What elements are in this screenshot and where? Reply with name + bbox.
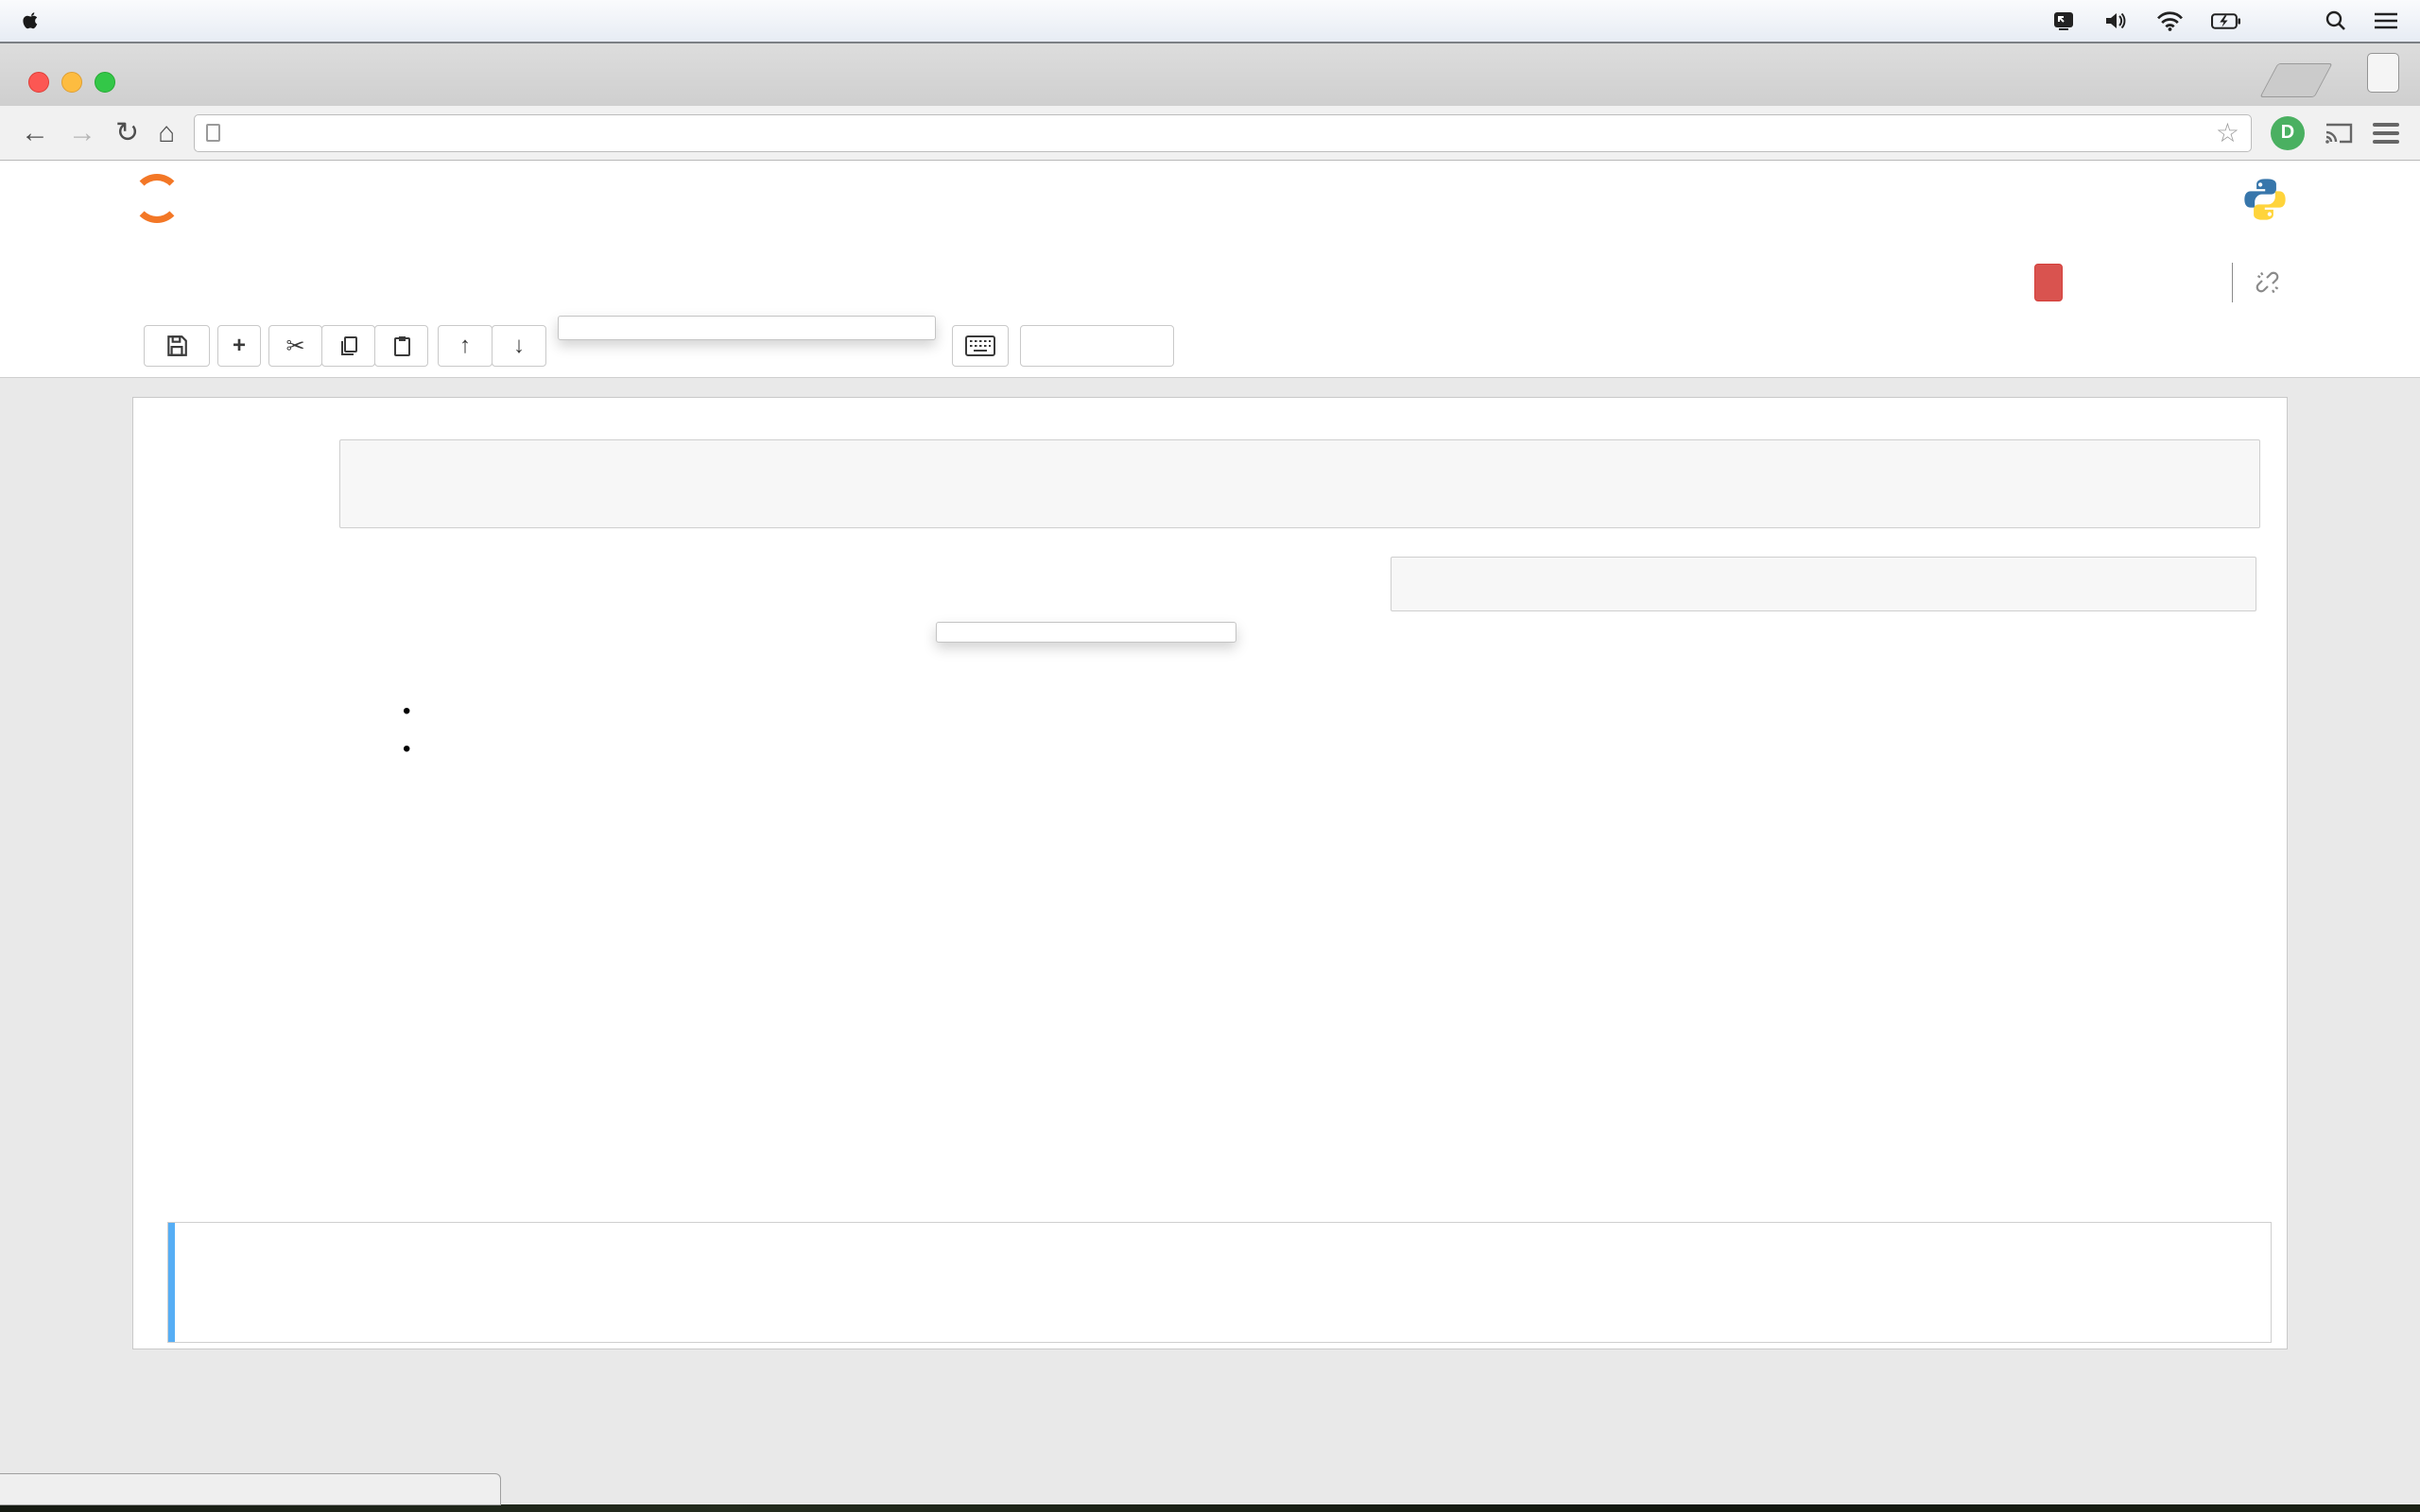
chrome-menu-icon[interactable] xyxy=(2373,123,2399,144)
battery-icon[interactable] xyxy=(2211,13,2240,29)
close-window-button[interactable] xyxy=(28,72,49,93)
back-button[interactable]: ← xyxy=(21,119,49,147)
cell-menu-dropdown xyxy=(558,316,936,340)
output-plot xyxy=(1419,712,2137,1203)
chrome-navbar: ← → ↻ ⌂ ☆ D xyxy=(0,106,2420,161)
new-tab-button[interactable] xyxy=(2259,63,2332,97)
home-button[interactable]: ⌂ xyxy=(158,119,175,147)
jupyter-logo[interactable] xyxy=(132,174,193,223)
cut-cell-button[interactable]: ✂ xyxy=(268,325,322,367)
jupyter-toolbar: + ✂ ↑ ↓ xyxy=(0,315,2420,378)
wifi-icon[interactable] xyxy=(2157,11,2183,31)
pushbullet-extension-icon[interactable]: D xyxy=(2271,116,2305,150)
move-cell-down-button[interactable]: ↓ xyxy=(492,325,546,367)
code-cell-input-2[interactable] xyxy=(339,439,2260,528)
code-cell-input-9[interactable] xyxy=(1391,557,2256,611)
minimize-window-button[interactable] xyxy=(61,72,82,93)
macos-menubar xyxy=(0,0,2420,42)
cell-style-submenu xyxy=(936,622,1236,643)
zoom-window-button[interactable] xyxy=(95,72,115,93)
page-icon xyxy=(206,124,220,142)
python-logo-icon xyxy=(2240,175,2290,229)
status-url-bubble xyxy=(0,1473,501,1505)
notification-center-icon[interactable] xyxy=(2375,12,2397,29)
selected-cell-indicator xyxy=(168,1223,175,1342)
bookmark-star-icon[interactable]: ☆ xyxy=(2216,117,2239,148)
keyboard-shortcuts-button[interactable] xyxy=(952,325,1009,367)
copy-cell-button[interactable] xyxy=(321,325,375,367)
move-cell-up-button[interactable]: ↑ xyxy=(438,325,493,367)
kernel-status-badge xyxy=(2034,264,2063,301)
spotlight-icon[interactable] xyxy=(2325,10,2346,31)
jupyter-logo-icon xyxy=(132,174,182,223)
window-top-border xyxy=(0,42,2420,43)
add-cell-button[interactable]: + xyxy=(217,325,261,367)
cast-icon[interactable] xyxy=(2324,121,2354,146)
display-menu-icon[interactable] xyxy=(2053,11,2076,30)
markdown-bullet-2 xyxy=(403,736,424,763)
reload-button[interactable]: ↻ xyxy=(115,119,139,147)
jupyter-menubar xyxy=(0,251,2420,315)
kernel-indicator xyxy=(2232,263,2280,302)
save-button[interactable] xyxy=(144,325,210,367)
notebook-area xyxy=(0,378,2420,1512)
address-bar[interactable]: ☆ xyxy=(194,114,2252,152)
celltoolbar-button[interactable] xyxy=(1020,325,1174,367)
selected-markdown-cell[interactable] xyxy=(167,1222,2272,1343)
jupyter-header xyxy=(0,161,2420,251)
apple-menu-icon[interactable] xyxy=(23,10,41,31)
forward-button[interactable]: → xyxy=(68,119,96,147)
chrome-tabstrip xyxy=(0,43,2420,106)
paste-cell-button[interactable] xyxy=(374,325,428,367)
notebook-container xyxy=(132,397,2288,1349)
screen: ← → ↻ ⌂ ☆ D xyxy=(0,0,2420,1512)
desktop-wallpaper-strip xyxy=(0,1504,2420,1512)
markdown-bullet-1 xyxy=(403,698,424,725)
profile-button[interactable] xyxy=(2367,53,2399,93)
volume-icon[interactable] xyxy=(2104,10,2129,31)
broken-link-icon xyxy=(2256,270,2280,295)
